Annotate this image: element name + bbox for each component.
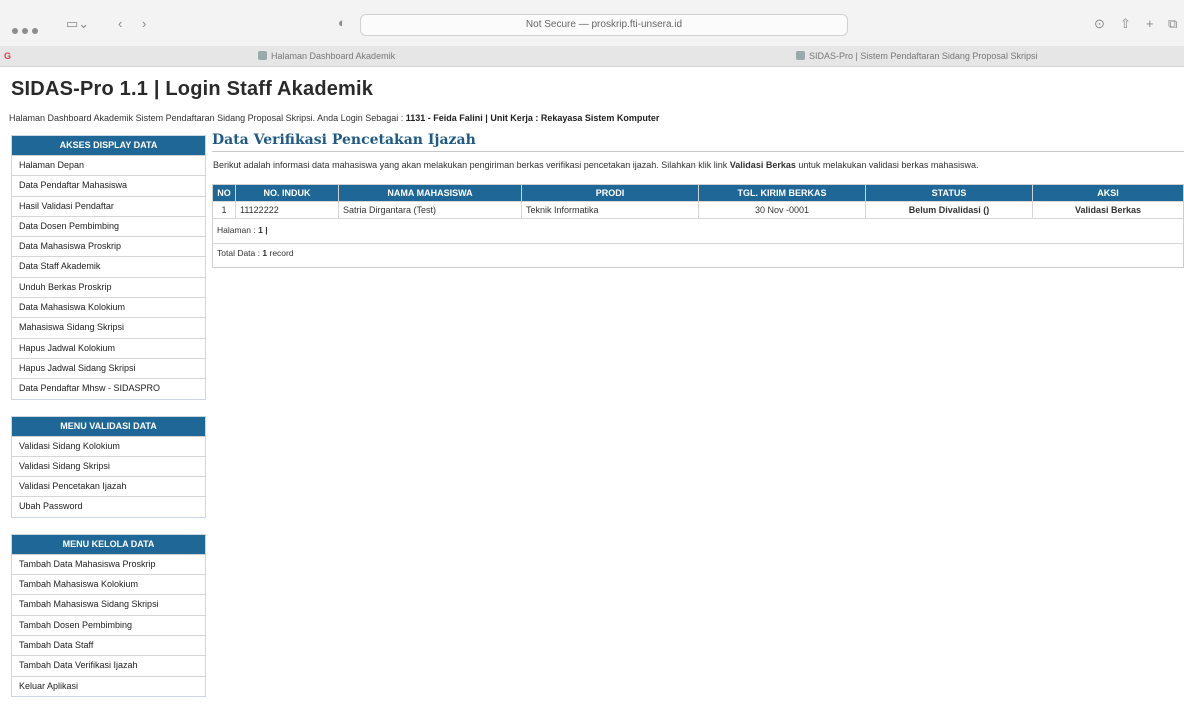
menu-kelola: MENU KELOLA DATA Tambah Data Mahasiswa P… [11, 533, 206, 697]
menu-title: AKSES DISPLAY DATA [12, 136, 205, 156]
menu-akses-display: AKSES DISPLAY DATA Halaman Depan Data Pe… [11, 135, 206, 400]
tab-bar: G Halaman Dashboard Akademik SIDAS-Pro |… [0, 46, 1184, 67]
menu-item-hapus-kolokium[interactable]: Hapus Jadwal Kolokium [12, 338, 205, 359]
total-count: 1 [262, 248, 268, 258]
table-header-row: NO NO. INDUK NAMA MAHASISWA PRODI TGL. K… [213, 185, 1183, 202]
address-bar[interactable]: Not Secure — proskrip.fti-unsera.id [360, 14, 848, 36]
col-header-no: NO [213, 185, 236, 202]
section-description: Berikut adalah informasi data mahasiswa … [213, 160, 1184, 170]
cell-nama: Satria Dirgantara (Test) [338, 201, 522, 218]
menu-item-sidang-skripsi[interactable]: Mahasiswa Sidang Skripsi [12, 318, 205, 339]
minimize-window-icon[interactable] [22, 28, 28, 34]
back-icon[interactable]: ‹ [118, 16, 122, 31]
login-user: 1131 - Feida Falini | Unit Kerja : Rekay… [405, 113, 660, 123]
page-title: SIDAS-Pro 1.1 | Login Staff Akademik [11, 78, 374, 100]
cell-no-induk: 11122222 [235, 201, 339, 218]
data-table: NO NO. INDUK NAMA MAHASISWA PRODI TGL. K… [213, 185, 1183, 218]
cell-prodi: Teknik Informatika [521, 201, 699, 218]
col-header-no-induk: NO. INDUK [235, 185, 339, 202]
new-tab-icon[interactable]: + [1146, 16, 1154, 31]
close-window-icon[interactable] [12, 28, 18, 34]
pagination-page-link[interactable]: 1 | [258, 225, 267, 235]
section-heading: Data Verifikasi Pencetakan Ijazah [212, 132, 1184, 152]
col-header-tgl-kirim: TGL. KIRIM BERKAS [698, 185, 866, 202]
menu-item-tambah-sidang-skripsi[interactable]: Tambah Mahasiswa Sidang Skripsi [12, 595, 205, 616]
menu-item-dosen-pembimbing[interactable]: Data Dosen Pembimbing [12, 216, 205, 238]
menu-item-mahasiswa-proskrip[interactable]: Data Mahasiswa Proskrip [12, 237, 205, 258]
cell-tgl-kirim: 30 Nov -0001 [698, 201, 866, 218]
menu-item-validasi-skripsi[interactable]: Validasi Sidang Skripsi [12, 456, 205, 478]
menu-item-validasi-kolokium[interactable]: Validasi Sidang Kolokium [12, 436, 205, 457]
share-icon[interactable]: ⇧ [1120, 16, 1131, 32]
menu-item-tambah-dosen[interactable]: Tambah Dosen Pembimbing [12, 615, 205, 636]
cell-status: Belum Divalidasi () [865, 201, 1033, 218]
menu-item-tambah-mahasiswa-proskrip[interactable]: Tambah Data Mahasiswa Proskrip [12, 554, 205, 576]
menu-item-tambah-verifikasi-ijazah[interactable]: Tambah Data Verifikasi Ijazah [12, 656, 205, 677]
menu-item-unduh-berkas[interactable]: Unduh Berkas Proskrip [12, 277, 205, 299]
menu-title: MENU KELOLA DATA [12, 534, 205, 555]
col-header-nama: NAMA MAHASISWA [338, 185, 522, 202]
col-header-aksi: AKSI [1032, 185, 1183, 202]
download-icon[interactable]: ⊙ [1094, 16, 1105, 32]
data-table-container: NO NO. INDUK NAMA MAHASISWA PRODI TGL. K… [212, 184, 1184, 268]
tab-dashboard[interactable]: Halaman Dashboard Akademik [258, 46, 395, 66]
pagination-label: Halaman : [217, 225, 256, 235]
menu-item-mahasiswa-kolokium[interactable]: Data Mahasiswa Kolokium [12, 298, 205, 319]
menu-item-halaman-depan[interactable]: Halaman Depan [12, 156, 205, 177]
col-header-status: STATUS [865, 185, 1033, 202]
window-controls[interactable] [12, 21, 42, 39]
pagination: Halaman : 1 | [213, 218, 1183, 243]
tab-label: SIDAS-Pro | Sistem Pendaftaran Sidang Pr… [809, 51, 1038, 61]
browser-toolbar: ▭⌄ ‹ › ◐ Not Secure — proskrip.fti-unser… [0, 0, 1184, 47]
sidebar-toggle-icon[interactable]: ▭⌄ [66, 16, 89, 32]
menu-item-hapus-sidang[interactable]: Hapus Jadwal Sidang Skripsi [12, 358, 205, 380]
menu-item-data-pendaftar[interactable]: Data Pendaftar Mahasiswa [12, 176, 205, 197]
menu-validasi: MENU VALIDASI DATA Validasi Sidang Kolok… [11, 415, 206, 518]
maximize-window-icon[interactable] [32, 28, 38, 34]
desc-text: untuk melakukan validasi berkas mahasisw… [798, 160, 979, 170]
favicon-icon [258, 51, 267, 60]
menu-item-validasi-ijazah[interactable]: Validasi Pencetakan Ijazah [12, 477, 205, 498]
menu-item-ubah-password[interactable]: Ubah Password [12, 497, 205, 517]
menu-item-hasil-validasi[interactable]: Hasil Validasi Pendaftar [12, 196, 205, 217]
menu-item-tambah-kolokium[interactable]: Tambah Mahasiswa Kolokium [12, 575, 205, 596]
total-data: Total Data : 1 record [213, 243, 1183, 267]
total-label: Total Data : [217, 248, 260, 258]
login-info: Halaman Dashboard Akademik Sistem Pendaf… [9, 113, 659, 123]
validasi-berkas-link[interactable]: Validasi Berkas [1032, 201, 1183, 218]
google-icon[interactable]: G [4, 46, 11, 66]
desc-link-text: Validasi Berkas [729, 160, 796, 170]
tab-sidaspro[interactable]: SIDAS-Pro | Sistem Pendaftaran Sidang Pr… [796, 46, 1037, 66]
menu-item-pendaftar-sidaspro[interactable]: Data Pendaftar Mhsw - SIDASPRO [12, 379, 205, 399]
sidebar: AKSES DISPLAY DATA Halaman Depan Data Pe… [11, 135, 206, 713]
cell-no: 1 [213, 201, 236, 218]
menu-title: MENU VALIDASI DATA [12, 416, 205, 437]
total-unit: record [269, 248, 294, 258]
favicon-icon [796, 51, 805, 60]
table-row: 1 11122222 Satria Dirgantara (Test) Tekn… [213, 201, 1183, 218]
forward-icon[interactable]: › [142, 16, 146, 31]
desc-text: Berikut adalah informasi data mahasiswa … [213, 160, 728, 170]
menu-item-staff-akademik[interactable]: Data Staff Akademik [12, 257, 205, 278]
menu-item-keluar[interactable]: Keluar Aplikasi [12, 676, 205, 696]
tab-label: Halaman Dashboard Akademik [271, 51, 396, 61]
menu-item-tambah-staff[interactable]: Tambah Data Staff [12, 635, 205, 657]
tab-overview-icon[interactable]: ⧉ [1168, 16, 1177, 32]
login-info-prefix: Halaman Dashboard Akademik Sistem Pendaf… [9, 113, 404, 123]
privacy-shield-icon[interactable]: ◐ [338, 15, 346, 30]
col-header-prodi: PRODI [521, 185, 699, 202]
main-content: Data Verifikasi Pencetakan Ijazah Beriku… [212, 132, 1184, 268]
